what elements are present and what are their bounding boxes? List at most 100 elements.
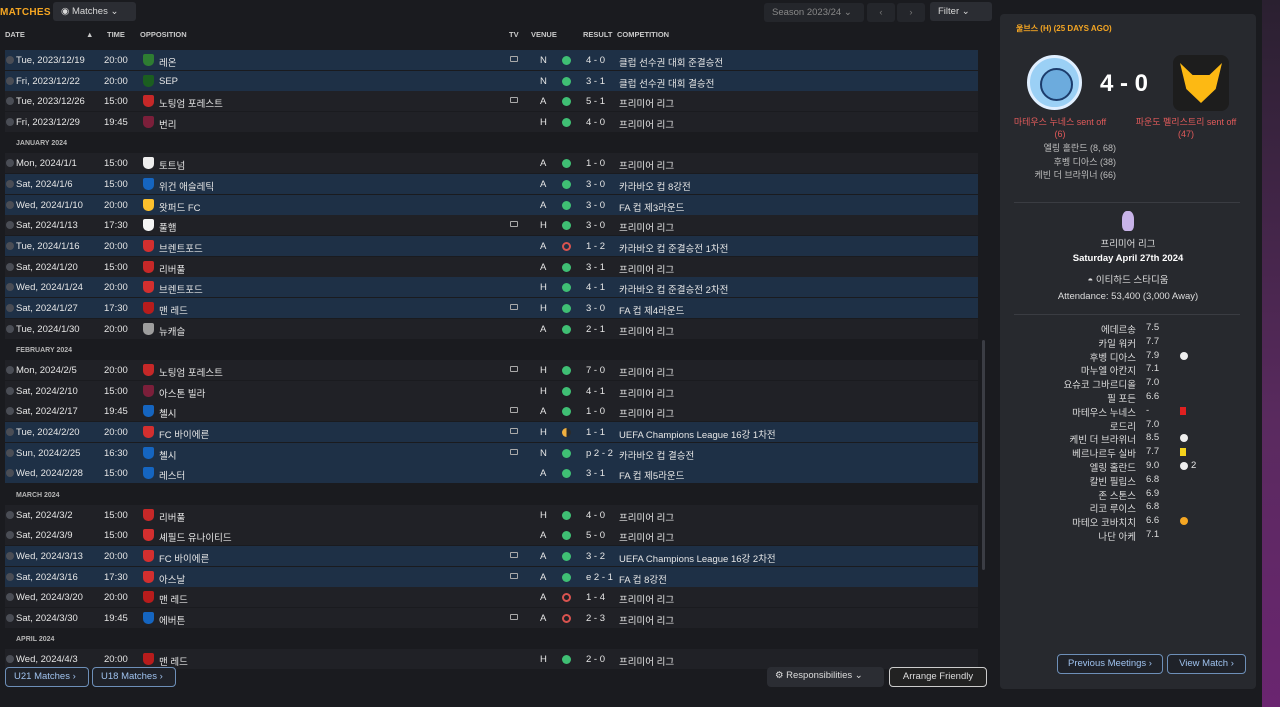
opposition-name[interactable]: 풀햄 [159, 220, 176, 234]
select-checkbox[interactable] [6, 614, 14, 622]
competition-name[interactable]: 프리미어 리그 [619, 158, 674, 172]
player-name[interactable]: 존 스톤스 [1098, 488, 1136, 502]
table-row[interactable]: Sat, 2024/2/17 19:45 첼시 A 1 - 0 프리미어 리그 [5, 401, 978, 421]
table-row[interactable]: Sat, 2024/3/30 19:45 에버튼 A 2 - 3 프리미어 리그 [5, 608, 978, 628]
prev-page-button[interactable]: ‹ [867, 3, 895, 22]
table-row[interactable]: Wed, 2024/3/13 20:00 FC 바이에른 A 3 - 2 UEFA Cha… [5, 546, 978, 566]
competition-name[interactable]: 프리미어 리그 [619, 220, 674, 234]
table-row[interactable]: Tue, 2024/1/16 20:00 브렌트포드 A 1 - 2 카라바오 컵 준결승… [5, 236, 978, 256]
competition-name[interactable]: UEFA Champions League 16강 1차전 [619, 427, 776, 441]
player-name[interactable]: 필 포든 [1107, 391, 1136, 405]
select-checkbox[interactable] [6, 573, 14, 581]
opposition-name[interactable]: 아스톤 빌라 [159, 386, 205, 400]
select-checkbox[interactable] [6, 242, 14, 250]
competition-name[interactable]: 카라바오 컵 준결승전 2차전 [619, 282, 728, 296]
opposition-name[interactable]: 왓퍼드 FC [159, 200, 201, 214]
select-checkbox[interactable] [6, 56, 14, 64]
player-name[interactable]: 마누엘 아칸지 [1081, 363, 1136, 377]
table-row[interactable]: Sat, 2024/1/6 15:00 위건 애슬레틱 A 3 - 0 카라바오 컵 8강… [5, 174, 978, 194]
opposition-name[interactable]: 위건 애슬레틱 [159, 179, 214, 193]
opposition-name[interactable]: 맨 레드 [159, 654, 188, 668]
table-row[interactable]: Tue, 2024/2/20 20:00 FC 바이에른 H 1 - 1 UEFA Cha… [5, 422, 978, 442]
table-row[interactable]: Tue, 2023/12/19 20:00 레온 N 4 - 0 클럽 선수권 대회 준결… [5, 50, 978, 70]
competition-name[interactable]: 프리미어 리그 [619, 654, 674, 668]
table-row[interactable]: Sun, 2024/2/25 16:30 첼시 Np 2 - 2 카라바오 컵 결승전 [5, 443, 978, 463]
competition-name[interactable]: 프리미어 리그 [619, 262, 674, 276]
opposition-name[interactable]: 레온 [159, 55, 176, 69]
competition-name[interactable]: 카라바오 컵 결승전 [619, 448, 694, 462]
select-checkbox[interactable] [6, 552, 14, 560]
opposition-name[interactable]: 에버튼 [159, 613, 185, 627]
opposition-name[interactable]: 노팅엄 포레스트 [159, 365, 223, 379]
previous-meetings-button[interactable]: Previous Meetings › [1057, 654, 1163, 674]
table-row[interactable]: Sat, 2024/3/9 15:00 셰필드 유나이티드 A 5 - 0 프리미어 리그 [5, 525, 978, 545]
col-date[interactable]: DATE [5, 30, 25, 39]
player-name[interactable]: 요슈코 그바르디올 [1063, 377, 1136, 391]
select-checkbox[interactable] [6, 283, 14, 291]
player-name[interactable]: 케빈 더 브라위너 [1070, 432, 1136, 446]
col-opposition[interactable]: OPPOSITION [140, 30, 187, 39]
opposition-name[interactable]: 브렌트포드 [159, 282, 203, 296]
opposition-name[interactable]: 뉴캐슬 [159, 324, 185, 338]
col-competition[interactable]: COMPETITION [617, 30, 669, 39]
scrollbar[interactable] [982, 340, 985, 570]
table-row[interactable]: Sat, 2024/1/20 15:00 리버풀 A 3 - 1 프리미어 리그 [5, 257, 978, 277]
table-row[interactable]: Fri, 2023/12/22 20:00 SEP N 3 - 1 클럽 선수권 대회 결… [5, 71, 978, 91]
competition-name[interactable]: 프리미어 리그 [619, 117, 674, 131]
opposition-name[interactable]: 노팅엄 포레스트 [159, 96, 223, 110]
opposition-name[interactable]: SEP [159, 76, 178, 87]
select-checkbox[interactable] [6, 407, 14, 415]
select-checkbox[interactable] [6, 263, 14, 271]
select-checkbox[interactable] [6, 428, 14, 436]
competition-name[interactable]: FA 컵 제3라운드 [619, 200, 684, 214]
competition-name[interactable]: 프리미어 리그 [619, 386, 674, 400]
competition-name[interactable]: 프리미어 리그 [619, 530, 674, 544]
select-checkbox[interactable] [6, 201, 14, 209]
select-checkbox[interactable] [6, 221, 14, 229]
next-page-button[interactable]: › [897, 3, 925, 22]
select-checkbox[interactable] [6, 180, 14, 188]
opposition-name[interactable]: 브렌트포드 [159, 241, 203, 255]
u21-matches-button[interactable]: U21 Matches › [5, 667, 89, 687]
table-row[interactable]: Wed, 2024/3/20 20:00 맨 레드 A 1 - 4 프리미어 리그 [5, 587, 978, 607]
table-row[interactable]: Mon, 2024/1/1 15:00 토트넘 A 1 - 0 프리미어 리그 [5, 153, 978, 173]
competition-name[interactable]: 클럽 선수권 대회 결승전 [619, 76, 714, 90]
table-row[interactable]: Wed, 2024/2/28 15:00 레스터 A 3 - 1 FA 컵 제5라운드 [5, 463, 978, 483]
player-name[interactable]: 엘링 홀란드 [1090, 460, 1136, 474]
opposition-name[interactable]: 리버풀 [159, 510, 185, 524]
col-tv[interactable]: TV [509, 30, 519, 39]
select-checkbox[interactable] [6, 159, 14, 167]
table-row[interactable]: Sat, 2024/1/13 17:30 풀햄 H 3 - 0 프리미어 리그 [5, 215, 978, 235]
competition-name[interactable]: 카라바오 컵 8강전 [619, 179, 691, 193]
competition-name[interactable]: 프리미어 리그 [619, 592, 674, 606]
select-checkbox[interactable] [6, 366, 14, 374]
select-checkbox[interactable] [6, 511, 14, 519]
arrange-friendly-button[interactable]: Arrange Friendly [889, 667, 987, 687]
competition-name[interactable]: 프리미어 리그 [619, 613, 674, 627]
player-name[interactable]: 나단 아케 [1098, 529, 1136, 543]
player-name[interactable]: 베르나르두 실바 [1072, 446, 1136, 460]
player-name[interactable]: 마테우스 누네스 [1072, 405, 1136, 419]
table-row[interactable]: Tue, 2023/12/26 15:00 노팅엄 포레스트 A 5 - 1 프리미어 리… [5, 91, 978, 111]
select-checkbox[interactable] [6, 118, 14, 126]
opposition-name[interactable]: 셰필드 유나이티드 [159, 530, 232, 544]
table-row[interactable]: Wed, 2024/4/3 20:00 맨 레드 H 2 - 0 프리미어 리그 [5, 649, 978, 669]
player-name[interactable]: 에데르송 [1101, 322, 1136, 336]
competition-name[interactable]: 프리미어 리그 [619, 96, 674, 110]
col-venue[interactable]: VENUE [531, 30, 557, 39]
opposition-name[interactable]: 리버풀 [159, 262, 185, 276]
player-name[interactable]: 마테오 코바치치 [1072, 515, 1136, 529]
competition-name[interactable]: 클럽 선수권 대회 준결승전 [619, 55, 723, 69]
opposition-name[interactable]: 레스터 [159, 468, 185, 482]
table-row[interactable]: Tue, 2024/1/30 20:00 뉴캐슬 A 2 - 1 프리미어 리그 [5, 319, 978, 339]
responsibilities-button[interactable]: ⚙ Responsibilities ⌄ [767, 667, 884, 687]
opposition-name[interactable]: 맨 레드 [159, 592, 188, 606]
table-row[interactable]: Sat, 2024/1/27 17:30 맨 레드 H 3 - 0 FA 컵 제4라운드 [5, 298, 978, 318]
competition-name[interactable]: FA 컵 제5라운드 [619, 468, 684, 482]
table-row[interactable]: Fri, 2023/12/29 19:45 번리 H 4 - 0 프리미어 리그 [5, 112, 978, 132]
competition-name[interactable]: 프리미어 리그 [619, 406, 674, 420]
season-dropdown[interactable]: Season 2023/24 ⌄ [764, 3, 864, 22]
competition-name[interactable]: UEFA Champions League 16강 2차전 [619, 551, 776, 565]
competition-name[interactable]: 프리미어 리그 [619, 510, 674, 524]
table-row[interactable]: Sat, 2024/2/10 15:00 아스톤 빌라 H 4 - 1 프리미어 리그 [5, 381, 978, 401]
